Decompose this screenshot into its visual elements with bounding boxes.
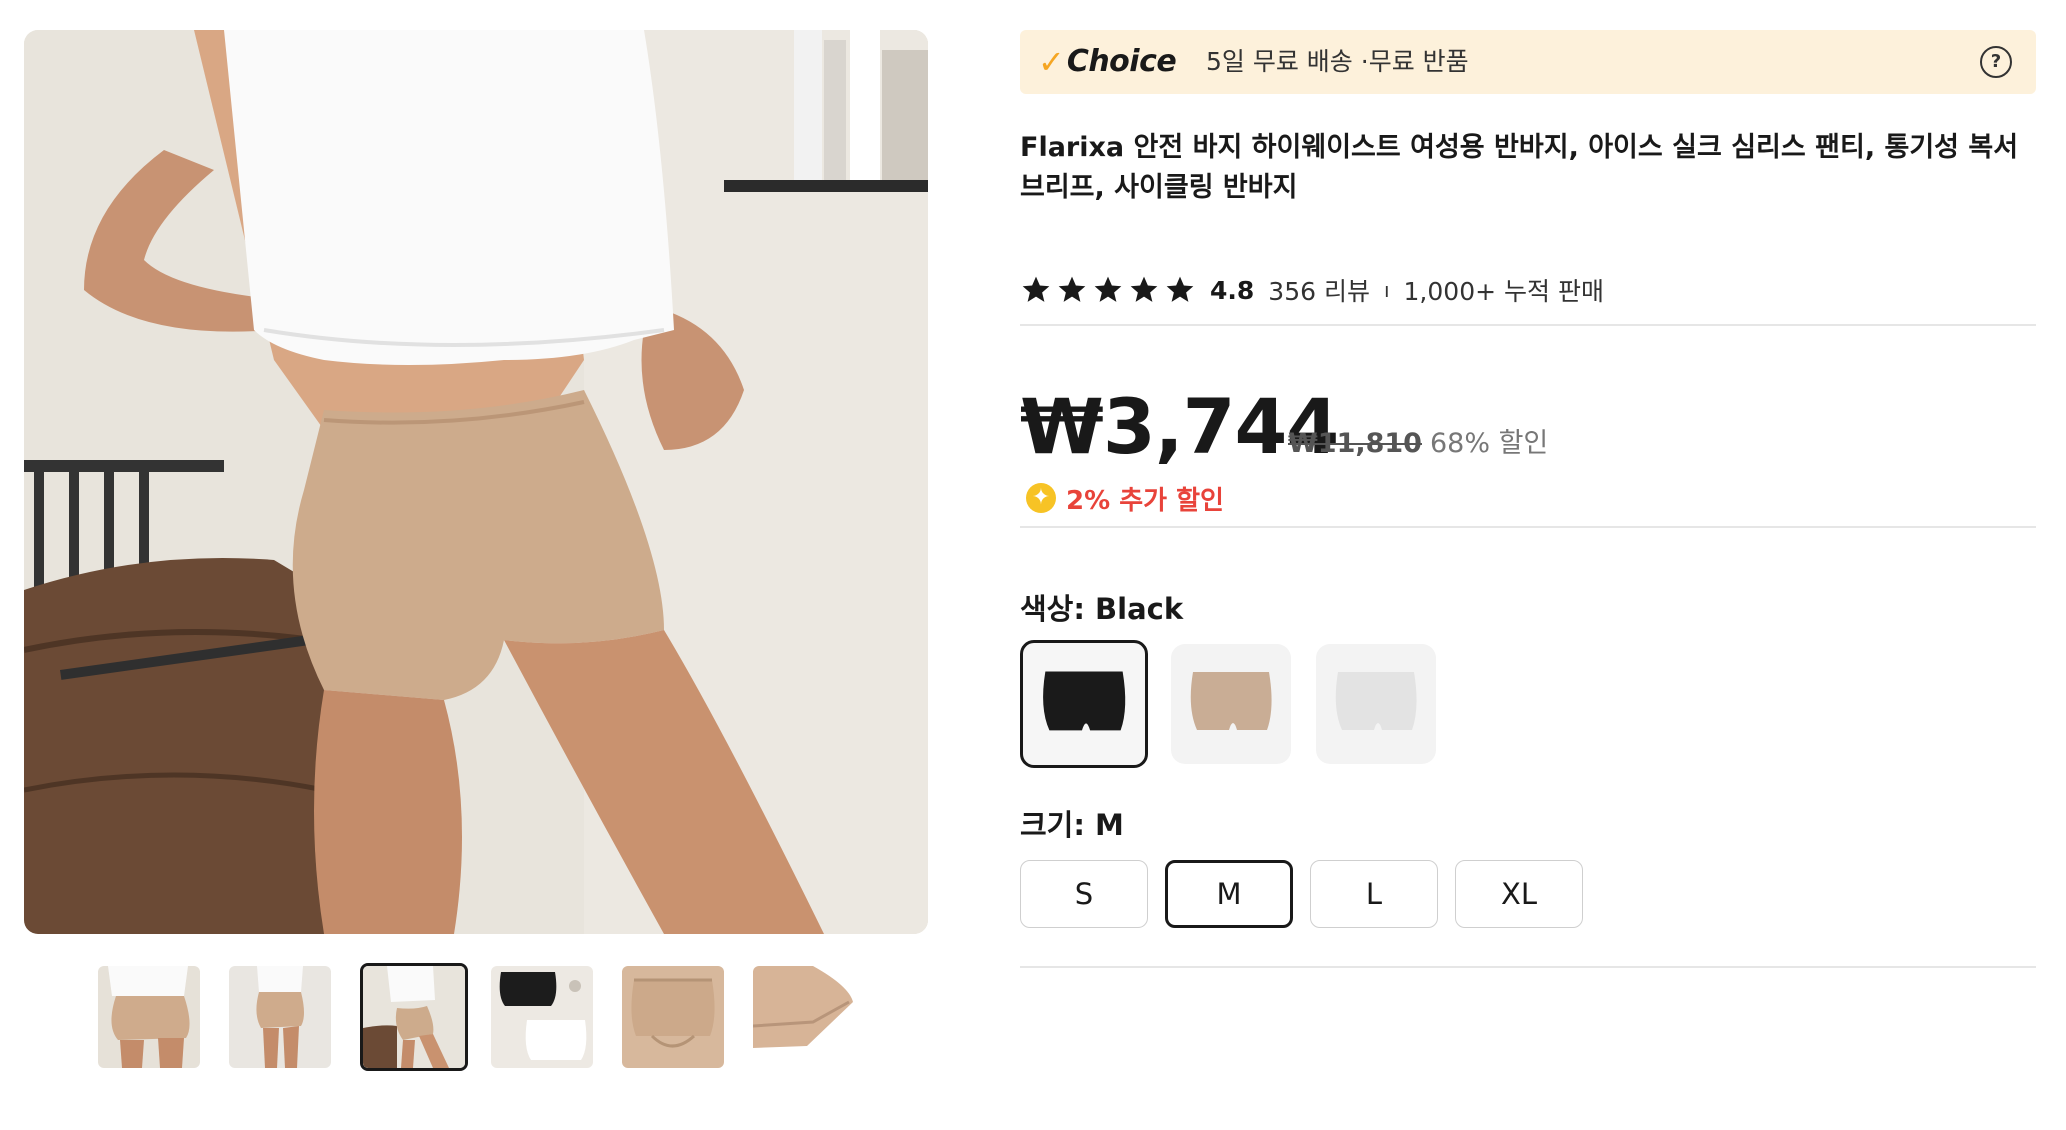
separator: ı xyxy=(1383,278,1390,302)
star-icon xyxy=(1058,276,1086,302)
size-option-l[interactable]: L xyxy=(1310,860,1438,928)
choice-shipping-text: 5일 무료 배송 ·무료 반품 xyxy=(1206,47,1469,76)
extra-discount: ✦ 2% 추가 할인 xyxy=(1026,480,1224,516)
thumbnail-4[interactable] xyxy=(491,966,593,1068)
color-label: 색상: Black xyxy=(1020,592,1184,626)
discount-percent: 68% 할인 xyxy=(1430,428,1549,459)
size-option-s[interactable]: S xyxy=(1020,860,1148,928)
rating-row: 4.8 356 리뷰 ı 1,000+ 누적 판매 xyxy=(1020,268,2036,312)
rating-stars xyxy=(1020,274,1196,306)
main-product-image[interactable] xyxy=(24,30,928,934)
thumbnail-3[interactable] xyxy=(360,963,468,1071)
star-icon xyxy=(1166,276,1194,302)
divider xyxy=(1020,966,2036,968)
thumbnail-5[interactable] xyxy=(622,966,724,1068)
checkmark-icon: ✓ xyxy=(1038,43,1065,81)
choice-banner[interactable]: ✓ Choice 5일 무료 배송 ·무료 반품 ? xyxy=(1020,30,2036,94)
product-title: Flarixa 안전 바지 하이웨이스트 여성용 반바지, 아이스 실크 심리스… xyxy=(1020,132,2019,203)
size-option-xl[interactable]: XL xyxy=(1455,860,1583,928)
choice-brand: Choice xyxy=(1066,44,1177,79)
color-swatch-white[interactable] xyxy=(1316,644,1436,764)
thumbnail-1[interactable] xyxy=(98,966,200,1068)
original-price: ₩11,810 xyxy=(1288,428,1422,459)
color-swatches xyxy=(1020,640,1620,774)
help-icon[interactable]: ? xyxy=(1980,46,2012,78)
size-label: 크기: M xyxy=(1020,808,1124,842)
divider xyxy=(1020,526,2036,528)
sold-count: 1,000+ 누적 판매 xyxy=(1403,277,1604,306)
thumbnail-strip xyxy=(98,963,858,1071)
star-icon xyxy=(1094,276,1122,302)
extra-discount-text: 2% 추가 할인 xyxy=(1066,485,1224,516)
rating-value: 4.8 xyxy=(1210,275,1255,305)
size-options: S M L XL xyxy=(1020,860,1620,930)
main-photo xyxy=(24,30,928,934)
divider xyxy=(1020,324,2036,326)
star-icon xyxy=(1130,276,1158,302)
color-swatch-nude[interactable] xyxy=(1171,644,1291,764)
color-swatch-black[interactable] xyxy=(1020,640,1148,768)
thumbnail-2[interactable] xyxy=(229,966,331,1068)
thumbnail-6[interactable] xyxy=(753,966,855,1068)
choice-logo: ✓ Choice xyxy=(1038,42,1177,82)
size-option-m[interactable]: M xyxy=(1165,860,1293,928)
star-icon xyxy=(1022,276,1050,302)
reviews-link[interactable]: 356 리뷰 xyxy=(1268,272,1370,308)
price-row: ₩3,744 ₩11,810 68% 할인 xyxy=(1020,382,2036,472)
coin-icon: ✦ xyxy=(1026,483,1056,513)
